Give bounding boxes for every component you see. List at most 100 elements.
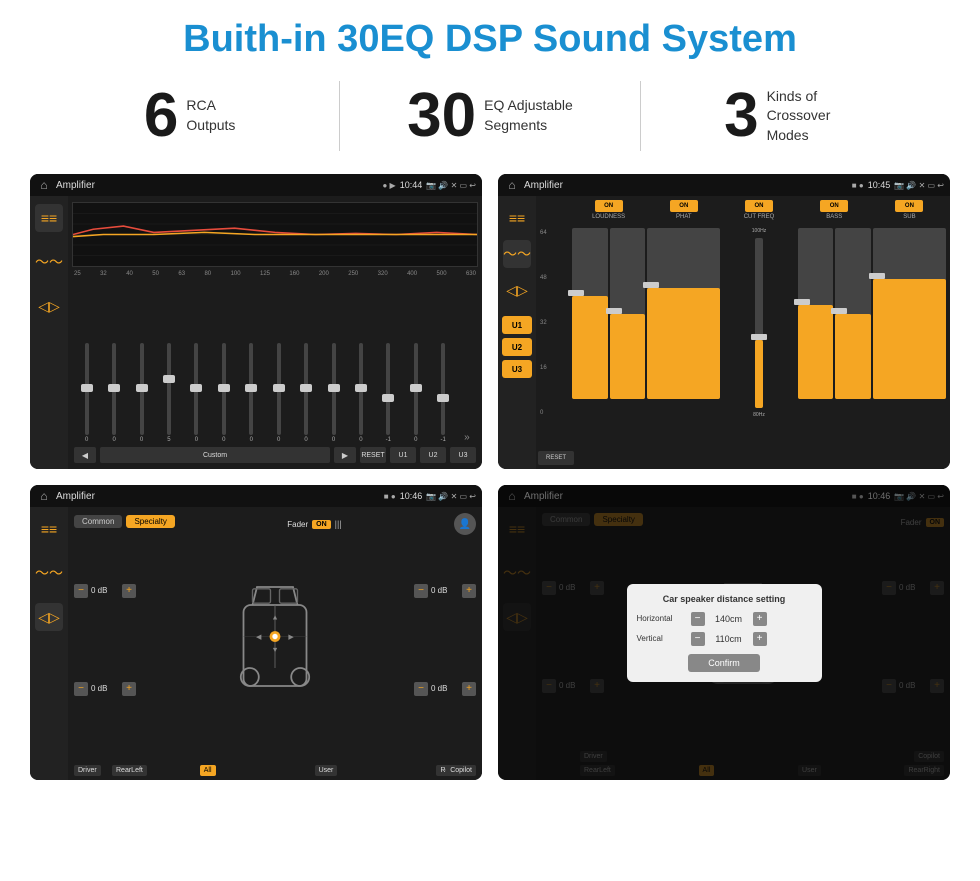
next-btn[interactable]: ▶ [334,447,356,463]
cross-speaker-icon[interactable]: ◁▷ [503,276,531,304]
screen2-time: 10:45 [868,180,891,190]
u2-btn[interactable]: U2 [420,447,446,463]
eq-sliders-area: 0 0 0 5 0 [72,281,478,443]
screen3-time: 10:46 [400,491,423,501]
rearleft-btn[interactable]: RearLeft [112,765,147,776]
home-icon-3[interactable]: ⌂ [36,488,52,504]
feature-text-crossover: Kinds ofCrossover Modes [767,87,857,146]
feature-eq: 30 EQ AdjustableSegments [360,85,619,147]
dot-icon-1: ● ▶ [382,181,395,190]
u2-select[interactable]: U2 [502,338,532,356]
feature-text-rca: RCAOutputs [186,96,235,135]
prev-btn[interactable]: ◀ [74,447,96,463]
bass-on[interactable]: ON [820,200,848,212]
slider-col-7: 0 [266,343,291,443]
screen-dialog: ⌂ Amplifier ■ ● 10:46 📷 🔊 ✕ ▭ ↩ ≡≡ 〜〜 ◁▷… [498,485,950,780]
slider-col-2: 0 [129,343,154,443]
phat-on[interactable]: ON [670,200,698,212]
screen1-title: Amplifier [56,180,378,191]
dialog-overlay: Car speaker distance setting Horizontal … [498,485,950,780]
fader-tabs: Common Specialty [74,515,175,528]
crossover-reset-btn[interactable]: RESET [538,451,574,465]
db-row-tl: − 0 dB + [74,584,136,598]
copilot-btn[interactable]: Copilot [446,765,476,776]
dot-icon-3: ■ ● [384,492,396,501]
sub-on[interactable]: ON [895,200,923,212]
sub-slider[interactable] [873,228,946,399]
bass-slider-g[interactable] [835,228,871,399]
cutfreq-on[interactable]: ON [745,200,773,212]
feature-text-eq: EQ AdjustableSegments [484,96,573,135]
db-minus-br[interactable]: − [414,682,428,696]
confirm-button[interactable]: Confirm [688,654,760,672]
svg-text:▼: ▼ [271,645,278,654]
fader-eq-icon[interactable]: ≡≡ [35,515,63,543]
vertical-plus[interactable]: + [753,632,767,646]
fader-wave-icon[interactable]: 〜〜 [35,559,63,587]
features-row: 6 RCAOutputs 30 EQ AdjustableSegments 3 … [0,71,980,166]
tab-specialty[interactable]: Specialty [126,515,174,528]
car-speaker-dialog: Car speaker distance setting Horizontal … [627,584,822,682]
u3-btn[interactable]: U3 [450,447,476,463]
driver-btn[interactable]: Driver [74,765,101,776]
bass-slider-f[interactable] [798,228,834,399]
sidebar-eq-icon[interactable]: ≡≡ [35,204,63,232]
u-buttons: U1 U2 U3 [498,312,536,382]
channel-headers: ON LOUDNESS ON PHAT ON CUT FREQ ON BASS [540,200,946,224]
dialog-title: Car speaker distance setting [637,594,812,604]
page-title: Buith-in 30EQ DSP Sound System [0,0,980,71]
fader-slider-mini[interactable]: ||| [335,519,342,529]
fader-speaker-icon[interactable]: ◁▷ [35,603,63,631]
eq-graph [72,202,478,267]
expand-icon[interactable]: » [458,432,476,443]
feature-number-eq: 30 [407,85,476,147]
cross-sidebar: ≡≡ 〜〜 ◁▷ [498,196,536,312]
screen2-title: Amplifier [524,180,848,191]
db-minus-bl[interactable]: − [74,682,88,696]
eq-bottom-bar: ◀ Custom ▶ RESET U1 U2 U3 [72,443,478,465]
horizontal-minus[interactable]: − [691,612,705,626]
u1-select[interactable]: U1 [502,316,532,334]
db-minus-tl[interactable]: − [74,584,88,598]
slider-col-8: 0 [293,343,318,443]
phat-slider[interactable] [647,228,720,399]
slider-col-4: 0 [184,343,209,443]
dot-icon-2: ■ ● [852,181,864,190]
home-icon-1[interactable]: ⌂ [36,177,52,193]
home-icon-2[interactable]: ⌂ [504,177,520,193]
sidebar-wave-icon[interactable]: 〜〜 [35,248,63,276]
db-minus-tr[interactable]: − [414,584,428,598]
channel-sliders: 644832160 [540,228,946,418]
db-plus-tr[interactable]: + [462,584,476,598]
loudness-slider-g[interactable] [572,228,608,399]
cutfreq-slider-f[interactable] [755,238,763,408]
vertical-minus[interactable]: − [691,632,705,646]
sub-label: SUB [903,214,915,220]
slider-col-12: 0 [403,343,428,443]
u1-btn[interactable]: U1 [390,447,416,463]
loudness-slider-f[interactable] [610,228,646,399]
loudness-on[interactable]: ON [595,200,623,212]
svg-text:▶: ▶ [288,632,294,641]
cross-wave-icon[interactable]: 〜〜 [503,240,531,268]
horizontal-plus[interactable]: + [753,612,767,626]
divider-2 [640,81,641,151]
db-plus-bl[interactable]: + [122,682,136,696]
cutfreq-label: CUT FREQ [744,214,775,220]
fader-on-badge[interactable]: ON [312,520,331,529]
status-bar-3: ⌂ Amplifier ■ ● 10:46 📷 🔊 ✕ ▭ ↩ [30,485,482,507]
eq-sidebar: ≡≡ 〜〜 ◁▷ [30,196,68,469]
car-diagram-area: ▲ ▼ ◀ ▶ [136,541,414,741]
db-plus-tl[interactable]: + [122,584,136,598]
tab-common[interactable]: Common [74,515,122,528]
db-row-br: − 0 dB + [414,682,476,696]
sidebar-speaker-icon[interactable]: ◁▷ [35,292,63,320]
cross-eq-icon[interactable]: ≡≡ [503,204,531,232]
u3-select[interactable]: U3 [502,360,532,378]
profile-icon[interactable]: 👤 [454,513,476,535]
vertical-label: Vertical [637,634,687,643]
horizontal-value: 140cm [709,614,749,624]
status-bar-2: ⌂ Amplifier ■ ● 10:45 📷 🔊 ✕ ▭ ↩ [498,174,950,196]
db-plus-br[interactable]: + [462,682,476,696]
reset-btn[interactable]: RESET [360,447,386,463]
